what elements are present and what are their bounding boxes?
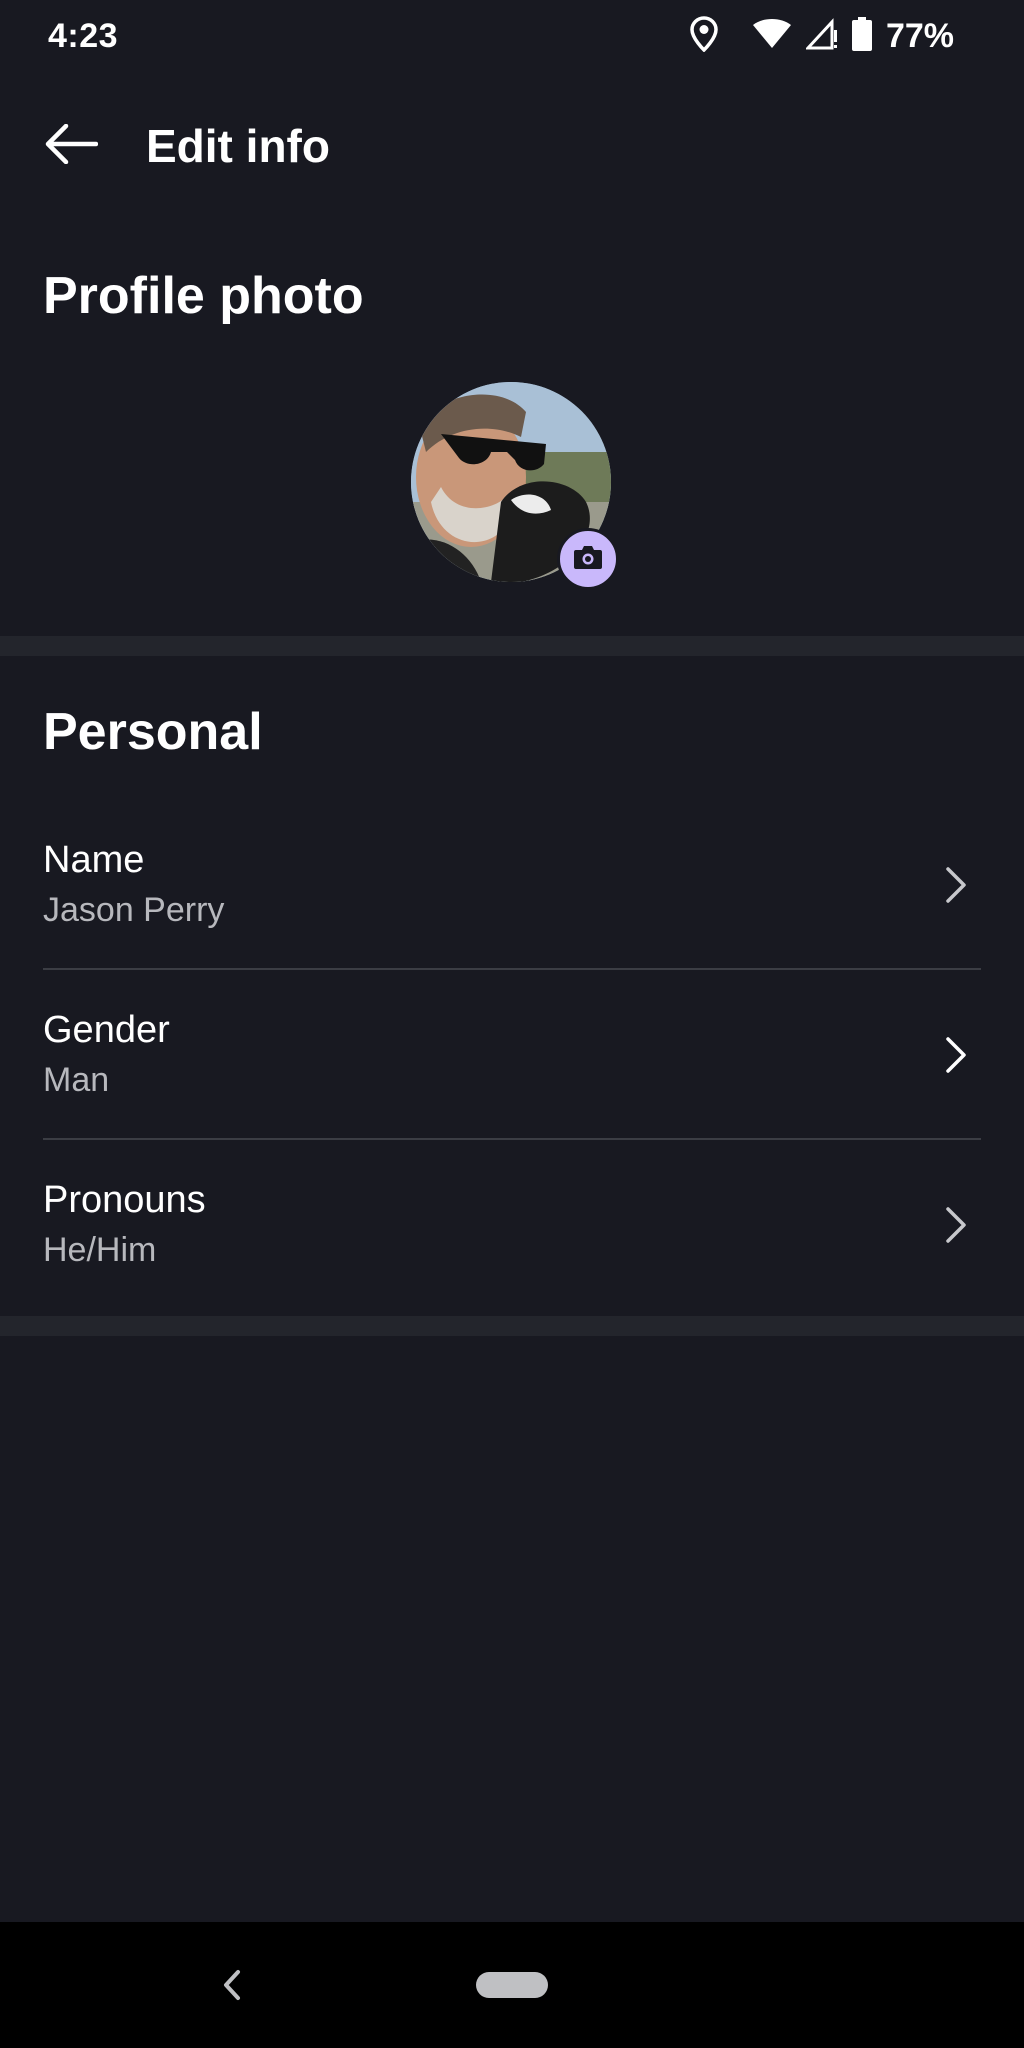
row-label: Gender [43,1009,170,1051]
row-value: Man [43,1061,110,1099]
change-photo-button[interactable] [557,528,619,590]
row-label: Name [43,839,145,881]
wifi-icon [752,18,792,55]
status-time: 4:23 [48,16,119,55]
row-value: Jason Perry [43,891,225,929]
section-divider [0,636,1024,656]
list-item-name[interactable]: Name Jason Perry [0,800,1024,970]
list-item-pronouns[interactable]: Pronouns He/Him [0,1140,1024,1310]
profile-photo-avatar[interactable] [411,382,619,590]
chevron-right-icon [936,1205,976,1245]
personal-heading: Personal [43,703,263,761]
row-label: Pronouns [43,1179,206,1221]
section-divider [0,1316,1024,1336]
cell-signal-icon [804,17,838,55]
personal-info-list: Name Jason Perry Gender Man Pronouns He/… [0,800,1024,1310]
status-bar: 4:23 77% [0,0,1024,72]
row-value: He/Him [43,1231,157,1269]
nav-back-button[interactable] [212,1962,252,2008]
profile-photo-heading: Profile photo [43,267,364,325]
edit-info-screen: 4:23 77% Edit info Profile photo Persona… [0,0,1024,2048]
battery-percentage: 77% [885,16,954,55]
nav-home-pill[interactable] [476,1972,548,1998]
system-nav-bar [0,1922,1024,2048]
back-button[interactable] [30,100,130,192]
location-icon [690,15,718,57]
list-item-gender[interactable]: Gender Man [0,970,1024,1140]
app-bar: Edit info [0,100,1024,192]
camera-icon [573,544,603,575]
arrow-left-icon [44,123,99,169]
chevron-right-icon [936,865,976,905]
chevron-right-icon [936,1035,976,1075]
page-title: Edit info [146,120,330,172]
status-icons: 77% [690,15,954,57]
battery-icon [851,16,872,56]
